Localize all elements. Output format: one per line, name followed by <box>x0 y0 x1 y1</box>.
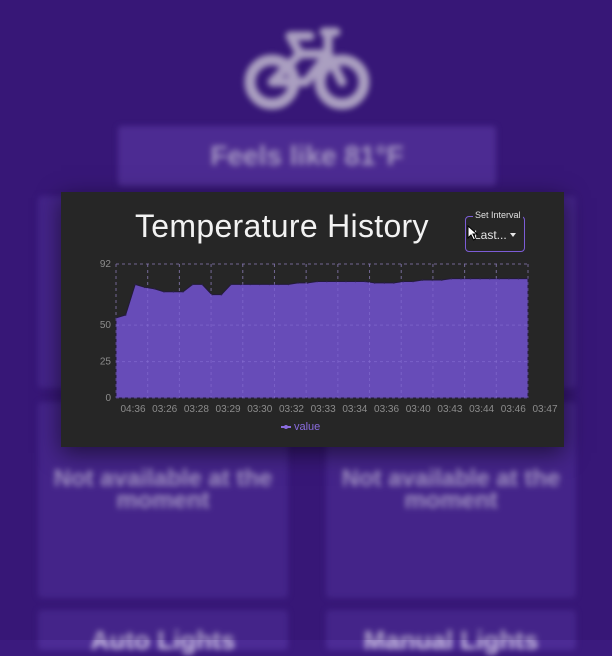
data-point <box>163 290 165 293</box>
data-point <box>354 280 357 283</box>
data-point <box>268 283 271 286</box>
data-point <box>498 277 501 280</box>
y-tick-label: 0 <box>105 393 111 404</box>
x-tick-label: 03:33 <box>311 404 336 415</box>
data-point <box>383 282 386 284</box>
mouse-cursor-icon <box>467 225 479 241</box>
data-point <box>460 277 462 280</box>
data-point <box>488 277 491 280</box>
data-point <box>287 283 290 286</box>
data-point <box>421 279 424 281</box>
y-tick-label: 25 <box>100 357 112 368</box>
data-point <box>249 283 251 286</box>
x-tick-label: 03:43 <box>437 404 462 415</box>
x-tick-label: 03:36 <box>374 404 399 415</box>
data-point <box>373 282 376 284</box>
x-tick-label: 03:46 <box>501 404 526 415</box>
temperature-chart: 0 25 50 92 04:36 03:26 03:28 03:29 03:30 03:32 03:… <box>100 259 558 415</box>
y-tick-label: 50 <box>100 320 112 331</box>
area-series-value <box>115 278 529 399</box>
x-tick-label: 03:44 <box>469 404 494 415</box>
data-point <box>412 280 414 283</box>
data-point <box>172 290 175 293</box>
data-point <box>364 280 366 283</box>
data-point <box>345 280 347 283</box>
data-point <box>278 283 280 286</box>
data-point <box>450 277 453 280</box>
data-point <box>239 283 242 286</box>
data-point <box>230 283 232 286</box>
data-point <box>316 280 319 283</box>
data-point <box>306 282 309 284</box>
data-point <box>508 277 510 280</box>
legend-line-icon <box>281 424 291 430</box>
data-point <box>325 280 328 283</box>
x-tick-label: 03:29 <box>216 404 241 415</box>
y-tick-label: 92 <box>100 259 112 270</box>
data-point <box>297 282 299 284</box>
x-tick-label: 03:32 <box>279 404 304 415</box>
data-point <box>402 280 405 283</box>
data-point <box>440 279 443 281</box>
data-point <box>153 287 156 290</box>
data-point <box>335 280 338 283</box>
data-point <box>431 279 433 281</box>
x-tick-label: 03:30 <box>247 404 272 415</box>
data-point <box>393 282 395 284</box>
data-point <box>220 293 223 296</box>
data-point <box>143 286 146 289</box>
data-point <box>258 283 261 286</box>
data-point <box>124 314 127 316</box>
chart-legend[interactable]: value <box>281 421 320 433</box>
x-tick-label: 04:36 <box>120 404 145 415</box>
x-tick-label: 03:26 <box>152 404 177 415</box>
temperature-history-dialog: Temperature History Set Interval Last...… <box>61 192 564 447</box>
data-point <box>182 290 184 293</box>
data-point <box>479 277 481 280</box>
data-point <box>201 283 204 286</box>
data-point <box>469 277 472 280</box>
legend-label: value <box>294 421 321 433</box>
data-point <box>191 283 194 286</box>
x-tick-label: 03:47 <box>532 404 557 415</box>
x-tick-label: 03:34 <box>342 404 367 415</box>
x-tick-label: 03:40 <box>406 404 431 415</box>
data-point <box>517 277 520 280</box>
x-tick-label: 03:28 <box>184 404 209 415</box>
data-point <box>134 283 136 286</box>
